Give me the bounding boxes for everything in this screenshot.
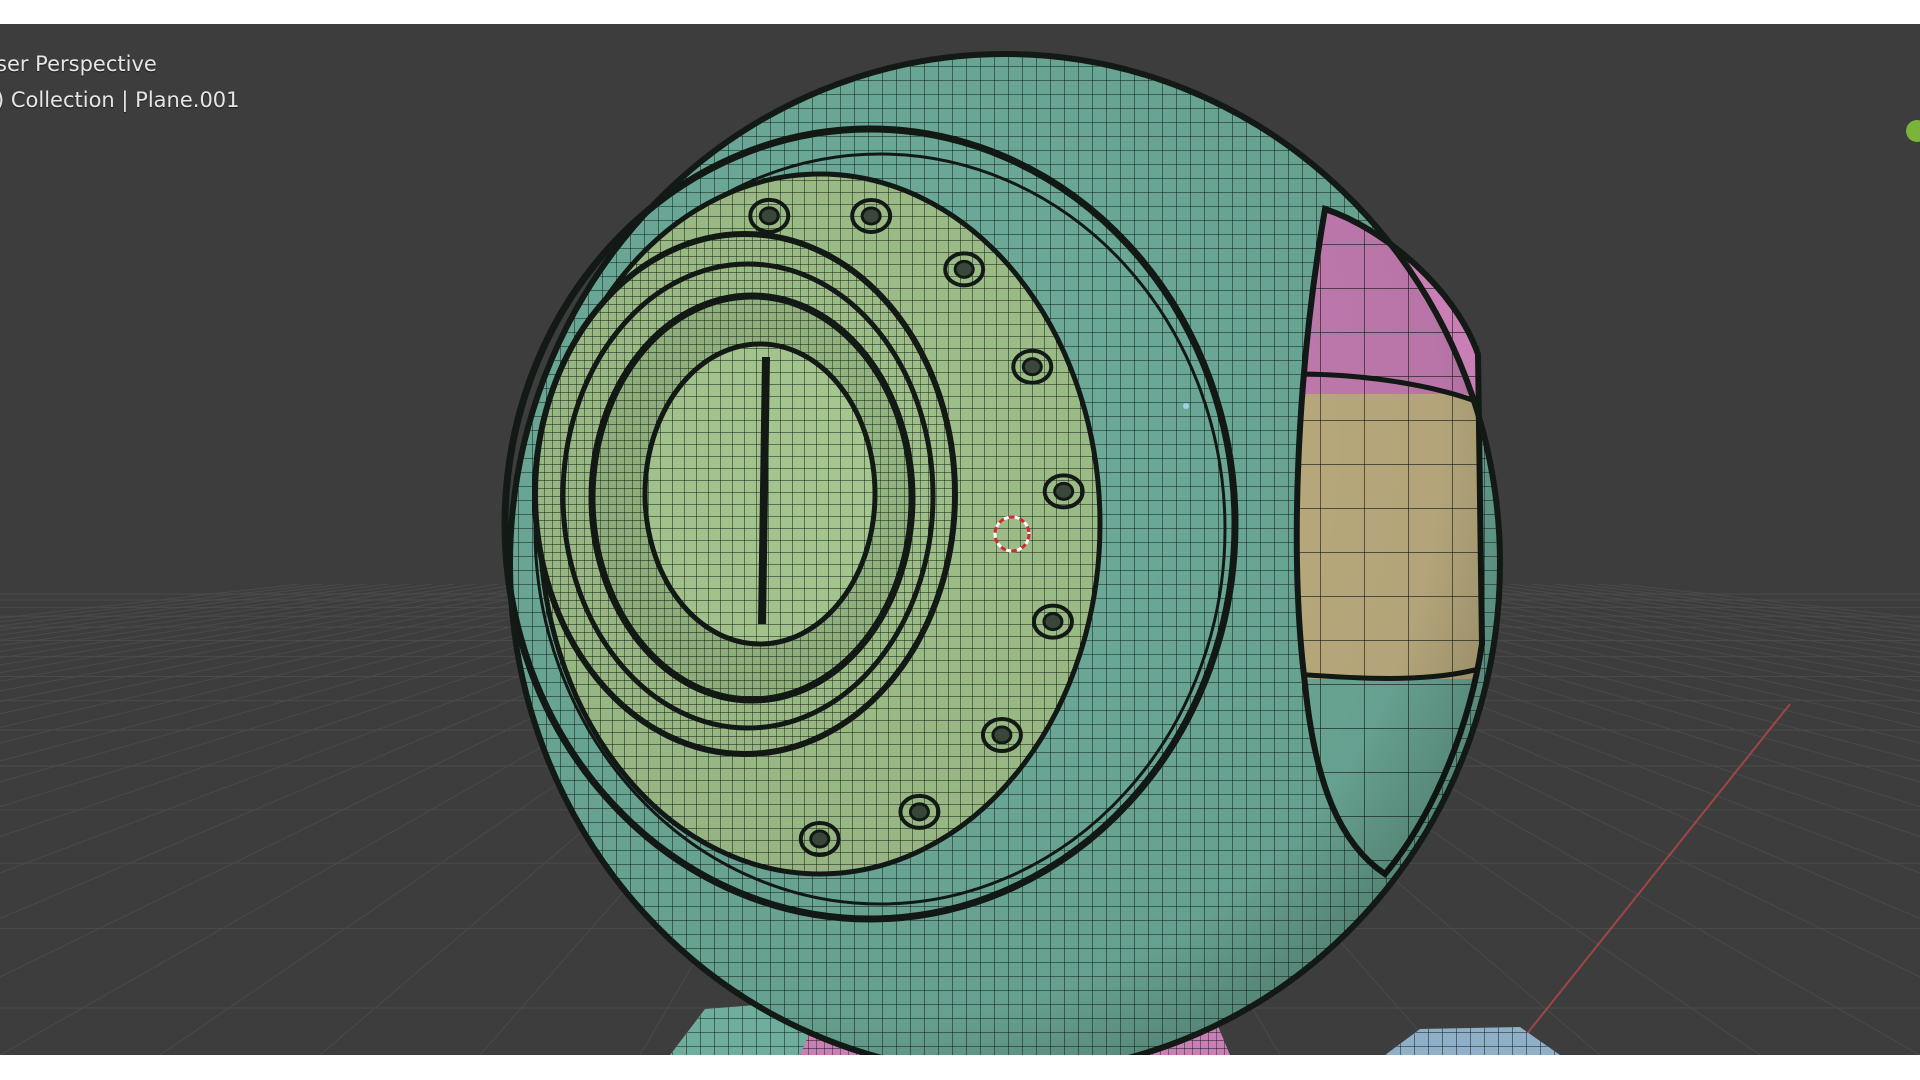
3d-viewport[interactable]: ser Perspective ) Collection | Plane.001: [0, 24, 1920, 1055]
grid-line: [1553, 583, 1920, 631]
viewport-scene[interactable]: [0, 24, 1920, 1055]
grid-line: [0, 583, 345, 627]
grid-line: [0, 583, 587, 703]
view-perspective-label: ser Perspective: [0, 52, 157, 76]
grid-line: [0, 583, 323, 623]
grid-line: [0, 583, 455, 652]
grid-line: [1421, 583, 1920, 666]
active-object-label: ) Collection | Plane.001: [0, 88, 240, 112]
x-axis-line: [1509, 703, 1791, 1055]
grid-line: [1465, 583, 1920, 652]
grid-line: [0, 583, 565, 692]
grid-line: [0, 583, 521, 674]
grid-line: [0, 583, 499, 666]
screenshot-frame: ser Perspective ) Collection | Plane.001: [0, 0, 1920, 1080]
grid-line: [0, 583, 543, 682]
grid-line: [0, 583, 367, 631]
grid-line: [1575, 583, 1920, 627]
grid-line: [1597, 583, 1920, 623]
sphere-mesh: [501, 51, 1503, 1055]
light-icon[interactable]: [1183, 403, 1189, 409]
